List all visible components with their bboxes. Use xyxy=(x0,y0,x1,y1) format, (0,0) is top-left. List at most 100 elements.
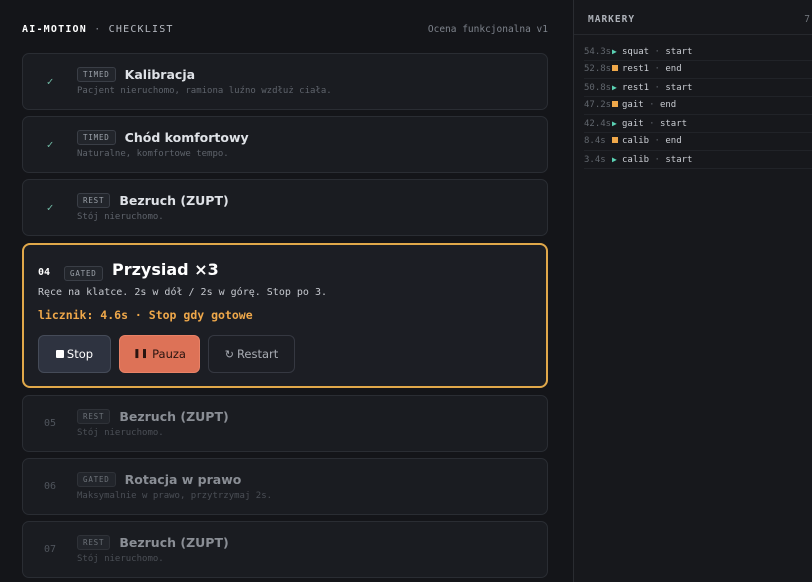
pause-icon: ❚❚ xyxy=(133,349,149,359)
step-type-badge: REST xyxy=(77,409,111,424)
stop-square-icon xyxy=(612,65,618,71)
marker-event: end xyxy=(659,100,677,110)
marker-time: 52.8s xyxy=(584,64,612,74)
play-icon: ▶ xyxy=(612,119,617,128)
marker-separator: · xyxy=(643,100,660,110)
protocol-version: Ocena funkcjonalna v1 xyxy=(427,24,548,35)
step-title: Rotacja w prawo xyxy=(124,472,242,487)
step-card-upcoming[interactable]: 05 REST Bezruch (ZUPT) Stój nieruchomo. xyxy=(22,395,548,452)
step-card-completed[interactable]: ✓ TIMED Chód komfortowy Naturalne, komfo… xyxy=(22,116,548,173)
step-type-badge: GATED xyxy=(77,472,116,487)
step-counter: licznik: 4.6s · Stop gdy gotowe xyxy=(38,308,253,322)
step-title: Bezruch (ZUPT) xyxy=(119,193,229,208)
play-icon: ▶ xyxy=(612,155,617,164)
step-card-completed[interactable]: ✓ TIMED Kalibracja Pacjent nieruchomo, r… xyxy=(22,53,548,110)
checklist-header: AI-MOTION · CHECKLIST Ocena funkcjonalna… xyxy=(22,22,548,40)
stop-label: Stop xyxy=(66,347,94,361)
step-description: Stój nieruchomo. xyxy=(77,212,164,222)
step-title: Chód komfortowy xyxy=(124,130,249,145)
markers-count: 7 xyxy=(804,14,811,25)
markers-list: 54.3s▶ squat · start 52.8s rest1 · end 50.8s… xyxy=(584,43,812,169)
marker-event: start xyxy=(665,47,693,57)
pause-label: Pauza xyxy=(152,347,186,361)
marker-event: start xyxy=(665,155,693,165)
marker-name: calib xyxy=(622,136,650,146)
step-card-active: 04 GATED Przysiad ×3 Ręce na klatce. 2s … xyxy=(22,243,548,388)
marker-separator: · xyxy=(649,64,666,74)
divider xyxy=(574,34,812,35)
brand-name: AI-MOTION xyxy=(22,24,87,35)
marker-time: 50.8s xyxy=(584,83,612,93)
marker-separator: · xyxy=(649,136,666,146)
marker-row[interactable]: 8.4s calib · end xyxy=(584,133,812,151)
marker-event: end xyxy=(665,136,682,146)
step-title: Przysiad ×3 xyxy=(112,260,219,279)
step-title: Bezruch (ZUPT) xyxy=(119,409,229,424)
marker-separator: · xyxy=(649,47,666,57)
marker-time: 54.3s xyxy=(584,47,612,57)
marker-time: 42.4s xyxy=(584,119,612,129)
markers-header: MARKERY 7 xyxy=(588,14,812,25)
marker-name: rest1 xyxy=(622,64,650,74)
step-title: Bezruch (ZUPT) xyxy=(119,535,229,550)
step-type-badge: REST xyxy=(77,193,111,208)
marker-row[interactable]: 42.4s▶ gait · start xyxy=(584,115,812,133)
marker-separator: · xyxy=(643,119,660,129)
restart-label: Restart xyxy=(236,347,279,361)
app-brand: AI-MOTION · CHECKLIST xyxy=(22,24,174,35)
step-description: Stój nieruchomo. xyxy=(77,554,164,564)
marker-time: 3.4s xyxy=(584,155,606,165)
step-number: 05 xyxy=(43,418,57,429)
section-name: CHECKLIST xyxy=(108,24,174,35)
checklist-panel: AI-MOTION · CHECKLIST Ocena funkcjonalna… xyxy=(0,0,573,582)
marker-row[interactable]: 50.8s▶ rest1 · start xyxy=(584,79,812,97)
brand-separator: · xyxy=(87,24,109,35)
marker-event: end xyxy=(665,64,682,74)
step-number: 06 xyxy=(43,481,57,492)
marker-row[interactable]: 47.2s gait · end xyxy=(584,97,812,115)
step-type-badge: TIMED xyxy=(77,67,116,82)
stop-square-icon xyxy=(612,101,618,107)
step-description: Stój nieruchomo. xyxy=(77,428,164,438)
marker-name: gait xyxy=(622,119,644,129)
step-type-badge: TIMED xyxy=(77,130,116,145)
step-card-upcoming[interactable]: 06 GATED Rotacja w prawo Maksymalnie w p… xyxy=(22,458,548,515)
step-number: 07 xyxy=(43,544,57,555)
marker-name: calib xyxy=(622,155,650,165)
step-description: Ręce na klatce. 2s w dół / 2s w górę. St… xyxy=(38,287,327,298)
markers-title: MARKERY xyxy=(588,14,636,25)
step-card-completed[interactable]: ✓ REST Bezruch (ZUPT) Stój nieruchomo. xyxy=(22,179,548,236)
marker-event: start xyxy=(665,83,693,93)
marker-event: start xyxy=(659,119,688,129)
pause-button[interactable]: ❚❚ Pauza xyxy=(119,335,200,373)
marker-row[interactable]: 3.4s ▶ calib · start xyxy=(584,151,812,169)
check-icon: ✓ xyxy=(46,138,54,151)
restart-icon: ↻ xyxy=(224,347,234,361)
markers-sidebar: MARKERY 7 54.3s▶ squat · start 52.8s rest1 … xyxy=(573,0,812,582)
marker-name: gait xyxy=(622,100,644,110)
restart-button[interactable]: ↻ Restart xyxy=(208,335,295,373)
check-icon: ✓ xyxy=(46,75,54,88)
step-description: Maksymalnie w prawo, przytrzymaj 2s. xyxy=(77,491,273,501)
marker-name: squat xyxy=(622,47,650,57)
step-type-badge: GATED xyxy=(64,266,103,281)
play-icon: ▶ xyxy=(612,47,617,56)
marker-row[interactable]: 54.3s▶ squat · start xyxy=(584,43,812,61)
step-number: 04 xyxy=(38,267,51,278)
stop-icon xyxy=(55,350,64,358)
marker-time: 8.4s xyxy=(584,136,606,146)
marker-time: 47.2s xyxy=(584,100,612,110)
step-type-badge: REST xyxy=(77,535,111,550)
marker-separator: · xyxy=(649,83,666,93)
stop-button[interactable]: Stop xyxy=(38,335,111,373)
step-title: Kalibracja xyxy=(124,67,196,82)
marker-name: rest1 xyxy=(622,83,650,93)
step-description: Naturalne, komfortowe tempo. xyxy=(77,149,229,159)
step-description: Pacjent nieruchomo, ramiona luźno wzdłuż… xyxy=(77,86,332,96)
marker-separator: · xyxy=(649,155,666,165)
step-card-upcoming[interactable]: 07 REST Bezruch (ZUPT) Stój nieruchomo. xyxy=(22,521,548,578)
play-icon: ▶ xyxy=(612,83,617,92)
stop-square-icon xyxy=(612,137,618,143)
marker-row[interactable]: 52.8s rest1 · end xyxy=(584,61,812,79)
check-icon: ✓ xyxy=(46,201,54,214)
